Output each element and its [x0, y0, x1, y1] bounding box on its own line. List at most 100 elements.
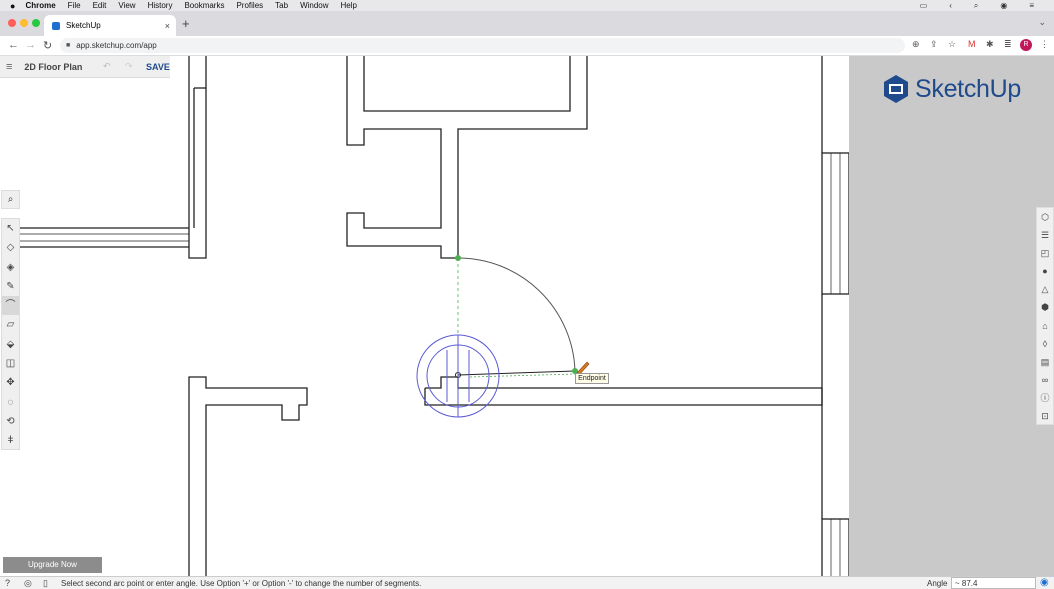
model-title[interactable]: 2D Floor Plan [24, 62, 82, 72]
components-icon[interactable]: ● [1037, 262, 1053, 280]
select-icon[interactable]: ↖ [2, 219, 19, 238]
window-minimize-button[interactable] [20, 19, 28, 27]
right-panel: SketchUp [849, 56, 1054, 576]
arc-icon[interactable]: ⌒ [2, 296, 19, 316]
new-tab-button[interactable]: + [182, 16, 190, 31]
undo-icon[interactable]: ↶ [103, 61, 111, 72]
wall-lower-center [424, 376, 823, 406]
menu-window[interactable]: Window [300, 1, 328, 10]
window-right-lower [821, 518, 849, 576]
info-icon[interactable]: ⓘ [1037, 389, 1053, 407]
inference-tooltip: Endpoint [575, 373, 609, 384]
install-app-icon[interactable]: ⊕ [912, 39, 920, 50]
upgrade-now-button[interactable]: Upgrade Now [3, 557, 102, 573]
arc-radius-line [457, 370, 576, 376]
move-icon[interactable]: ✥ [2, 373, 19, 392]
solid-tools-icon[interactable]: ⌂ [1037, 317, 1053, 335]
eraser-icon[interactable]: ◇ [2, 238, 19, 257]
sketchup-favicon-icon [52, 21, 60, 30]
tags-icon[interactable]: ◊ [1037, 335, 1053, 353]
globe-icon[interactable]: ◎ [24, 578, 32, 589]
instructor-icon[interactable]: ▯ [43, 578, 48, 589]
search-icon[interactable]: ⌕ [1, 190, 20, 209]
hamburger-icon[interactable]: ≡ [6, 61, 12, 73]
arc-start-point [455, 255, 461, 261]
bookmark-star-icon[interactable]: ☆ [948, 39, 956, 50]
kebab-menu-icon[interactable]: ⋮ [1040, 39, 1049, 50]
chevron-left-icon[interactable]: ‹ [949, 1, 952, 10]
siri-icon[interactable]: ◉ [1000, 1, 1007, 10]
export-icon[interactable]: ⊡ [1037, 407, 1053, 425]
rectangle-icon[interactable]: ▱ [2, 315, 19, 334]
extensions-puzzle-icon[interactable]: ✱ [986, 39, 994, 50]
menu-app-name[interactable]: Chrome [25, 1, 55, 10]
walk-icon[interactable]: ǂ [2, 431, 19, 450]
redo-icon[interactable]: ↷ [125, 61, 133, 72]
tab-sketchup[interactable]: SketchUp × [44, 15, 176, 36]
reload-icon[interactable]: ↻ [43, 39, 52, 52]
browser-tab-strip: SketchUp × + ⌄ [0, 11, 1054, 36]
offset-icon[interactable]: ◫ [2, 354, 19, 373]
materials-icon[interactable]: ◰ [1037, 244, 1053, 262]
address-bar[interactable]: ■ app.sketchup.com/app [60, 38, 905, 53]
styles-icon[interactable]: △ [1037, 280, 1053, 298]
window-right-upper [821, 152, 849, 295]
apple-menu-icon[interactable]: ● [10, 1, 15, 11]
reading-list-icon[interactable]: ≣ [1004, 39, 1012, 50]
model-title-bar: ≡ 2D Floor Plan ↶ ↷ SAVE [0, 56, 170, 78]
macos-menu-bar: ● Chrome File Edit View History Bookmark… [0, 0, 1054, 11]
floor-plan-drawing[interactable] [0, 56, 849, 576]
wall-lower-left [188, 376, 308, 576]
wall-central-top-inner [363, 56, 571, 112]
menu-view[interactable]: View [118, 1, 135, 10]
help-icon[interactable]: ? [5, 578, 10, 588]
window-close-button[interactable] [8, 19, 16, 27]
address-url: app.sketchup.com/app [76, 41, 157, 50]
tab-search-chevron-icon[interactable]: ⌄ [1038, 17, 1046, 28]
window-zoom-button[interactable] [32, 19, 40, 27]
status-message: Select second arc point or enter angle. … [61, 579, 422, 588]
right-toolbar: ⬡ ☰ ◰ ● △ ⬢ ⌂ ◊ ▤ ∞ ⓘ ⊡ [1036, 207, 1054, 425]
screen-icon[interactable]: ▭ [920, 1, 928, 10]
measurement-label: Angle [927, 579, 948, 588]
scenes-icon[interactable]: ⬢ [1037, 298, 1053, 316]
gmail-extension-icon[interactable]: M [968, 39, 976, 49]
menu-bookmarks[interactable]: Bookmarks [184, 1, 224, 10]
entity-info-icon[interactable]: ⬡ [1037, 208, 1053, 226]
tab-title: SketchUp [66, 21, 101, 30]
outliner-icon[interactable]: ☰ [1037, 226, 1053, 244]
glasses-icon[interactable]: ∞ [1037, 371, 1053, 389]
sketchup-logo-text: SketchUp [915, 74, 1021, 103]
menu-bar-status-icons: ▭ ‹ ⌕ ◉ ≡ [920, 0, 1046, 11]
spotlight-search-icon[interactable]: ⌕ [974, 1, 978, 11]
menu-profiles[interactable]: Profiles [236, 1, 263, 10]
paint-bucket-icon[interactable]: ◈ [2, 258, 19, 277]
push-pull-icon[interactable]: ⬙ [2, 335, 19, 354]
left-toolbar: ↖ ◇ ◈ ✎ ⌒ ▱ ⬙ ◫ ✥ ◌ ⟲ ǂ [1, 218, 20, 450]
browser-toolbar: ← → ↻ ■ app.sketchup.com/app ⊕ ⇪ ☆ M ✱ ≣… [0, 36, 1054, 56]
display-icon[interactable]: ▤ [1037, 353, 1053, 371]
drawing-canvas[interactable] [0, 56, 849, 576]
menu-edit[interactable]: Edit [93, 1, 107, 10]
profile-avatar[interactable]: R [1020, 39, 1032, 51]
menu-help[interactable]: Help [341, 1, 357, 10]
share-icon[interactable]: ⇪ [930, 39, 938, 50]
sketchup-corner-icon[interactable]: ◉ [1040, 577, 1049, 588]
status-bar: ? ◎ ▯ Select second arc point or enter a… [0, 576, 1054, 589]
tab-close-icon[interactable]: × [165, 21, 170, 31]
control-center-icon[interactable]: ≡ [1029, 1, 1034, 10]
back-arrow-icon[interactable]: ← [8, 39, 19, 51]
measurement-input[interactable]: ~ 87.4 [951, 577, 1036, 589]
sketchup-logo: SketchUp [883, 74, 1021, 104]
menu-file[interactable]: File [68, 1, 81, 10]
wall-central-top [346, 56, 588, 259]
orbit-icon[interactable]: ⟲ [2, 412, 19, 431]
save-button[interactable]: SAVE [146, 62, 170, 72]
wall-left-upper [188, 56, 207, 259]
menu-history[interactable]: History [148, 1, 173, 10]
menu-tab[interactable]: Tab [275, 1, 288, 10]
pencil-icon[interactable]: ✎ [2, 277, 19, 296]
sketchup-logo-icon [884, 75, 908, 103]
tape-measure-icon[interactable]: ◌ [2, 393, 19, 412]
forward-arrow-icon[interactable]: → [25, 39, 36, 51]
